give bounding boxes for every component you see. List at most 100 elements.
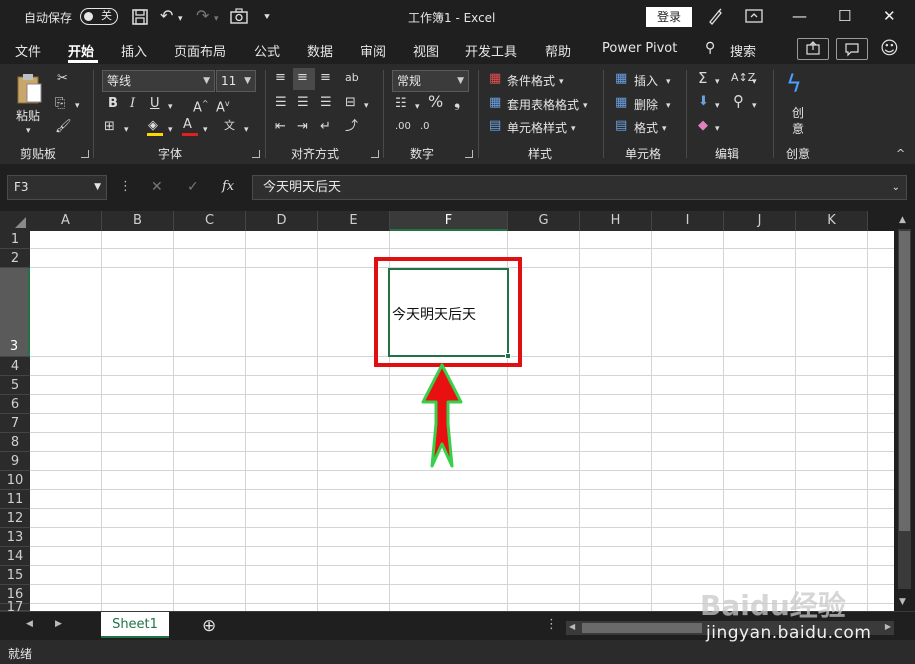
- conditional-format-icon[interactable]: ▦: [489, 71, 501, 87]
- horizontal-scroll-thumb[interactable]: [582, 623, 702, 633]
- increase-indent-icon[interactable]: ⇥: [297, 119, 308, 135]
- search-icon[interactable]: ⚲: [705, 40, 715, 56]
- align-left-icon[interactable]: ☰: [275, 95, 287, 111]
- row-header-15[interactable]: 15: [0, 566, 30, 585]
- camera-icon[interactable]: [230, 8, 248, 28]
- ribbon-display-icon[interactable]: [745, 8, 763, 28]
- increase-decimal-icon[interactable]: .00: [395, 119, 411, 135]
- row-header-2[interactable]: 2: [0, 249, 30, 268]
- tab-insert[interactable]: 插入: [121, 41, 147, 60]
- redo-icon[interactable]: ↷: [196, 7, 209, 25]
- cell-styles-icon[interactable]: ▤: [489, 118, 501, 134]
- row-header-12[interactable]: 12: [0, 509, 30, 528]
- smiley-icon[interactable]: ☺: [880, 38, 899, 59]
- underline-dropdown-icon[interactable]: ▾: [168, 99, 173, 115]
- collapse-ribbon-icon[interactable]: ^: [896, 146, 905, 162]
- orientation-icon[interactable]: ab: [345, 70, 359, 86]
- row-header-6[interactable]: 6: [0, 395, 30, 414]
- save-icon[interactable]: [131, 8, 149, 30]
- decrease-indent-icon[interactable]: ⇤: [275, 119, 286, 135]
- insert-function-icon[interactable]: fx: [222, 179, 234, 194]
- underline-icon[interactable]: U: [150, 96, 160, 112]
- redo-dropdown-icon[interactable]: ▾: [214, 10, 219, 28]
- prev-sheet-icon[interactable]: ◀: [26, 619, 33, 629]
- row-header-17[interactable]: 17: [0, 601, 30, 614]
- font-launcher-icon[interactable]: [252, 150, 260, 158]
- column-header-d[interactable]: D: [246, 211, 318, 231]
- chevron-down-icon[interactable]: ▾: [559, 74, 564, 90]
- add-sheet-icon[interactable]: ⊕: [202, 616, 216, 636]
- row-header-7[interactable]: 7: [0, 414, 30, 433]
- merge-center-icon[interactable]: ⊟: [345, 95, 356, 111]
- phonetic-dropdown-icon[interactable]: ▾: [244, 122, 249, 138]
- row-header-11[interactable]: 11: [0, 490, 30, 509]
- create-label-1[interactable]: 创: [792, 104, 804, 121]
- tab-data[interactable]: 数据: [307, 41, 333, 60]
- format-table-icon[interactable]: ▦: [489, 95, 501, 111]
- wrap-text-icon[interactable]: ↵: [320, 119, 331, 135]
- increase-font-icon[interactable]: A^: [193, 96, 209, 116]
- row-header-3[interactable]: 3: [0, 268, 30, 357]
- column-header-j[interactable]: J: [724, 211, 796, 231]
- merge-dropdown-icon[interactable]: ▾: [364, 98, 369, 114]
- number-format-combo[interactable]: 常规 ▼: [392, 70, 469, 92]
- tab-split-icon[interactable]: ⋮: [545, 617, 558, 632]
- minimize-icon[interactable]: —: [792, 7, 807, 25]
- scroll-left-icon[interactable]: ◀: [569, 622, 575, 631]
- row-header-10[interactable]: 10: [0, 471, 30, 490]
- more-options-icon[interactable]: ⋮: [119, 179, 132, 194]
- lightning-icon[interactable]: ϟ: [786, 70, 802, 98]
- autosum-icon[interactable]: Σ: [698, 70, 707, 86]
- accounting-icon[interactable]: ☷: [395, 96, 407, 112]
- column-header-i[interactable]: I: [652, 211, 724, 231]
- align-bottom-icon[interactable]: ≡: [320, 70, 331, 86]
- autosave-toggle[interactable]: 关: [80, 8, 118, 25]
- pen-icon[interactable]: [707, 7, 725, 29]
- fill-dropdown-icon[interactable]: ▾: [715, 98, 720, 114]
- column-header-g[interactable]: G: [508, 211, 580, 231]
- format-cells-button[interactable]: 格式: [634, 119, 658, 136]
- select-all-corner[interactable]: [0, 211, 30, 231]
- row-header-8[interactable]: 8: [0, 433, 30, 452]
- row-header-1[interactable]: 1: [0, 231, 30, 249]
- undo-icon[interactable]: ↶: [160, 7, 173, 25]
- clear-dropdown-icon[interactable]: ▾: [715, 121, 720, 137]
- tab-help[interactable]: 帮助: [545, 41, 571, 60]
- format-painter-icon[interactable]: 🖌: [55, 119, 72, 135]
- align-middle-icon[interactable]: ≡: [297, 70, 308, 86]
- delete-cells-button[interactable]: 删除: [634, 96, 658, 113]
- fill-icon[interactable]: ⬇: [698, 94, 709, 110]
- comments-button[interactable]: [836, 38, 868, 60]
- delete-cells-icon[interactable]: ▦: [615, 95, 627, 111]
- column-header-a[interactable]: A: [30, 211, 102, 231]
- row-header-13[interactable]: 13: [0, 528, 30, 547]
- sheet-tab-sheet1[interactable]: Sheet1: [101, 612, 169, 638]
- decrease-font-icon[interactable]: Av: [216, 96, 230, 116]
- cancel-entry-icon[interactable]: ✕: [151, 179, 163, 195]
- align-top-icon[interactable]: ≡: [275, 70, 286, 86]
- percent-icon[interactable]: %: [428, 94, 443, 110]
- close-icon[interactable]: ✕: [883, 7, 896, 25]
- find-select-icon[interactable]: ⚲: [733, 93, 744, 109]
- autosum-dropdown-icon[interactable]: ▾: [715, 74, 720, 90]
- copy-dropdown-icon[interactable]: ▾: [75, 98, 80, 114]
- formula-input[interactable]: 今天明天后天 ⌄: [252, 175, 907, 200]
- column-header-c[interactable]: C: [174, 211, 246, 231]
- row-header-14[interactable]: 14: [0, 547, 30, 566]
- align-center-icon[interactable]: ☰: [297, 95, 309, 111]
- column-header-k[interactable]: K: [796, 211, 868, 231]
- chevron-down-icon[interactable]: ▾: [571, 121, 576, 137]
- column-header-e[interactable]: E: [318, 211, 390, 231]
- chevron-down-icon[interactable]: ▾: [666, 98, 671, 114]
- name-box[interactable]: F3 ▼: [7, 175, 107, 200]
- paste-icon[interactable]: [15, 72, 45, 106]
- next-sheet-icon[interactable]: ▶: [55, 619, 62, 629]
- create-label-2[interactable]: 意: [792, 120, 804, 137]
- chevron-down-icon[interactable]: ▾: [666, 74, 671, 90]
- row-header-5[interactable]: 5: [0, 376, 30, 395]
- text-direction-icon[interactable]: ⤴: [345, 119, 358, 135]
- vertical-scrollbar[interactable]: ▲ ▼: [894, 211, 915, 611]
- column-header-b[interactable]: B: [102, 211, 174, 231]
- bold-icon[interactable]: B: [108, 96, 118, 112]
- tab-search[interactable]: 搜索: [730, 41, 756, 60]
